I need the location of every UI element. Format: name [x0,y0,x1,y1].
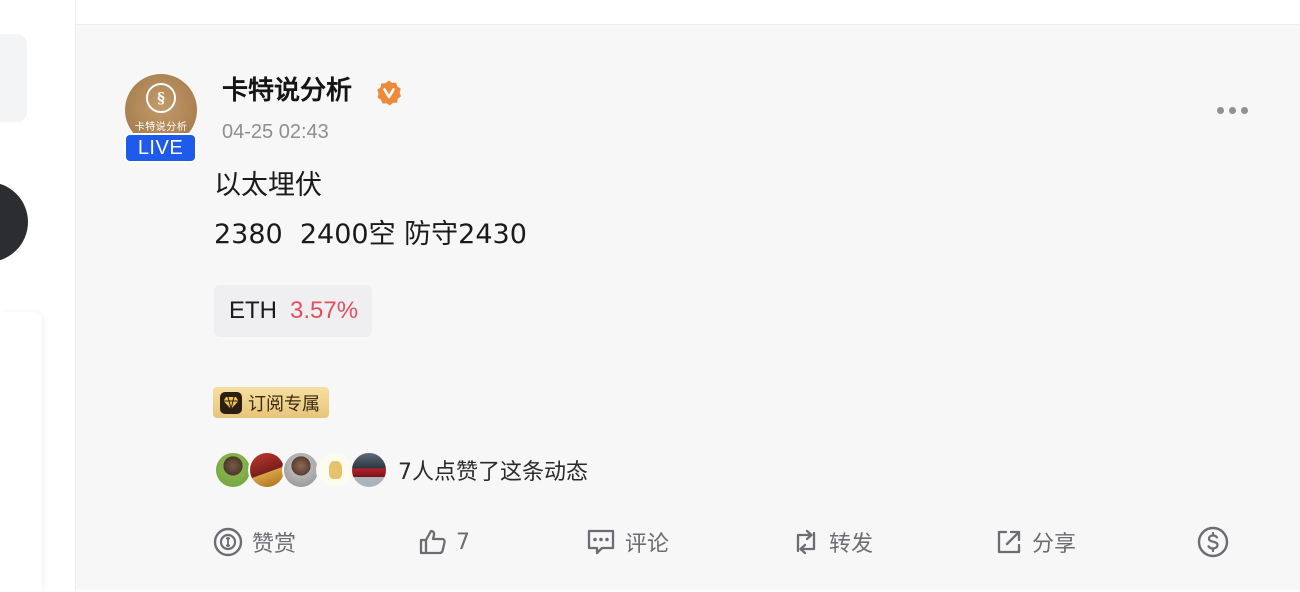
post-text-line: 2380 2400空 防守2430 [214,219,527,250]
pay-button[interactable] [1196,520,1230,564]
post-action-bar: 赞赏 7 评论 转发 分享 [0,520,1300,564]
comment-label: 评论 [625,532,670,557]
sidebar-avatar[interactable] [0,182,28,262]
share-label: 分享 [1032,532,1077,557]
live-badge[interactable]: LIVE [124,133,197,163]
ticker-chip[interactable]: ETH 3.57% [214,285,373,337]
tip-label: 赞赏 [252,532,297,557]
liker-avatar[interactable] [282,451,320,489]
left-sidebar [0,0,76,592]
share-button[interactable]: 分享 [994,520,1076,564]
post-timestamp: 04-25 02:43 [222,121,329,143]
liker-avatar[interactable] [350,451,388,489]
comment-icon [587,529,615,555]
share-icon [997,530,1021,554]
repost-icon [796,529,816,555]
liker-avatar[interactable] [214,451,252,489]
like-count: 7 [456,529,470,555]
verified-badge-icon [377,80,401,106]
ticker-change: 3.57% [290,297,359,324]
more-dot-icon [1216,106,1224,114]
tip-coin-icon [213,527,243,557]
sidebar-card[interactable] [0,34,27,122]
liker-avatar[interactable] [316,451,354,489]
avatar-logo-icon: § [146,83,176,113]
repost-label: 转发 [829,532,874,557]
more-dot-icon [1228,106,1236,114]
subscription-badge: 订阅专属 [213,387,329,418]
avatar-brand-text: 卡特说分析 [134,122,188,133]
comment-button[interactable]: 评论 [585,520,669,564]
likes-summary[interactable]: 7人点赞了这条动态 [398,454,588,486]
liker-avatar[interactable] [248,451,286,489]
subscription-label: 订阅专属 [248,393,320,415]
diamond-icon [220,391,242,414]
ticker-symbol: ETH [229,297,277,324]
previous-post-card [76,0,1300,25]
more-options-button[interactable] [1212,98,1252,122]
thumbs-up-icon [419,529,446,555]
likers-row[interactable]: 7人点赞了这条动态 [214,451,588,489]
tip-button[interactable]: 赞赏 [212,520,296,564]
like-button[interactable]: 7 [418,520,470,564]
more-dot-icon [1240,106,1248,114]
author-name[interactable]: 卡特说分析 [222,74,352,108]
dollar-coin-icon [1197,526,1229,558]
repost-button[interactable]: 转发 [791,520,873,564]
post-text-line: 以太埋伏 [214,170,322,201]
